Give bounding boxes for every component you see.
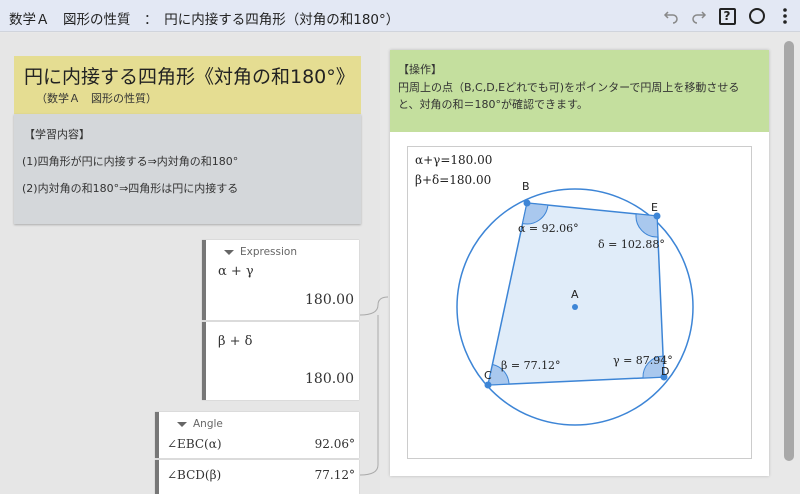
redo-icon[interactable] [688, 5, 710, 27]
lesson-subtitle: （数学Ａ 図形の性質） [36, 92, 157, 105]
angle-panel-row-1[interactable]: Angle ∠EBC(α) 92.06° [155, 412, 359, 458]
operation-header: 【操作】 円周上の点（B,C,D,Eどれでも可)をポインターで円周上を移動させる… [390, 50, 769, 132]
geometry-canvas[interactable]: α+γ=180.00 β+δ=180.00 B E D C A α = 92.0… [407, 146, 752, 459]
collapse-triangle-icon[interactable] [224, 249, 234, 255]
circle-icon[interactable] [746, 5, 768, 27]
scrollbar[interactable] [778, 33, 800, 494]
help-icon[interactable]: ? [716, 5, 738, 27]
lesson-content-card: 【学習内容】 (1)四角形が円に内接する⇒内対角の和180° (2)内対角の和1… [14, 114, 361, 224]
beta-label: β = 77.12° [501, 359, 561, 372]
angle-panel-row-2[interactable]: ∠BCD(β) 77.12° [155, 460, 359, 494]
alpha-label: α = 92.06° [518, 222, 579, 235]
label-e: E [651, 201, 658, 214]
help-label: ? [718, 7, 736, 25]
angle-label: ∠EBC(α) [167, 437, 222, 451]
sum-beta-delta: β+δ=180.00 [415, 173, 491, 187]
point-b[interactable] [523, 199, 531, 207]
angle-value: 92.06° [314, 437, 355, 451]
label-c: C [484, 369, 492, 382]
app-title: 数学Ａ 図形の性質 ： 円に内接する四角形（対角の和180°） [9, 12, 400, 28]
gamma-label: γ = 87.94° [613, 354, 673, 367]
expression-panel-row-2[interactable]: β + δ 180.00 [202, 322, 359, 400]
scrollbar-thumb[interactable] [784, 41, 794, 461]
content-item: (1)四角形が円に内接する⇒内対角の和180° [22, 155, 239, 168]
point-c[interactable] [484, 381, 492, 389]
more-vertical-icon[interactable] [774, 5, 796, 27]
operation-text-line-2: と、対角の和＝180°が確認できます。 [398, 98, 588, 111]
expression-value: 180.00 [305, 292, 354, 308]
undo-icon[interactable] [660, 5, 682, 27]
angle-header[interactable]: Angle [177, 418, 223, 430]
expression-panel-row-1[interactable]: Expression α + γ 180.00 [202, 240, 359, 320]
expression-header[interactable]: Expression [224, 246, 297, 258]
collapse-triangle-icon[interactable] [177, 421, 187, 427]
lesson-title: 円に内接する四角形《対角の和180°》 [24, 66, 355, 88]
content-heading: 【学習内容】 [24, 128, 90, 141]
expression-label: β + δ [218, 334, 253, 349]
expression-value: 180.00 [305, 371, 354, 387]
angle-value: 77.12° [314, 468, 355, 482]
delta-label: δ = 102.88° [598, 238, 665, 251]
operation-text-line-1: 円周上の点（B,C,D,Eどれでも可)をポインターで円周上を移動させる [398, 81, 740, 94]
content-item: (2)内対角の和180°⇒四角形は円に内接する [22, 182, 239, 195]
label-b: B [522, 180, 530, 193]
lesson-title-card: 円に内接する四角形《対角の和180°》 （数学Ａ 図形の性質） [14, 56, 361, 114]
expression-label: α + γ [218, 264, 254, 279]
operation-heading: 【操作】 [398, 63, 442, 76]
top-toolbar: 数学Ａ 図形の性質 ： 円に内接する四角形（対角の和180°） ? [0, 0, 800, 32]
label-a: A [571, 288, 579, 301]
inscribed-quadrilateral-diagram[interactable]: α+γ=180.00 β+δ=180.00 B E D C A α = 92.0… [408, 147, 753, 460]
sum-alpha-gamma: α+γ=180.00 [415, 153, 492, 167]
center-point-a[interactable] [572, 304, 578, 310]
operation-panel: 【操作】 円周上の点（B,C,D,Eどれでも可)をポインターで円周上を移動させる… [390, 50, 769, 476]
angle-label: ∠BCD(β) [167, 468, 222, 482]
connector-bracket [359, 296, 389, 476]
